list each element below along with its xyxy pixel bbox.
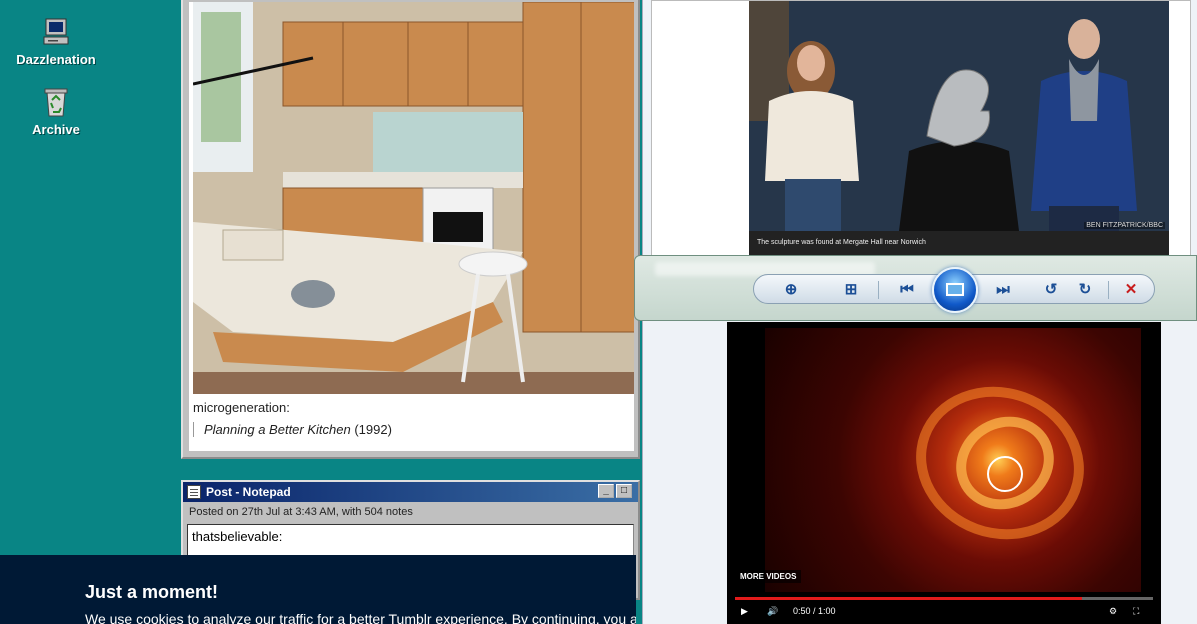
photo-credit: BEN FITZPATRICK/BBC (1084, 222, 1165, 229)
notepad-title-bar[interactable]: Post - Notepad _ □ (183, 482, 638, 502)
desktop-icon-label: Dazzlenation (16, 52, 96, 67)
rotate-left-icon[interactable]: ↺ (1040, 280, 1062, 300)
window-controls: _ □ (598, 484, 632, 498)
notepad-icon (187, 485, 201, 499)
video-time: 0:50 / 1:00 (793, 606, 836, 616)
video-progress-bar[interactable] (735, 597, 1153, 600)
fullscreen-icon[interactable]: ⛶ (1133, 606, 1139, 617)
computer-icon (40, 16, 72, 48)
previous-icon[interactable]: ⏮ (896, 280, 918, 300)
cookie-heading: Just a moment! (85, 582, 219, 602)
desktop-icon-label: Archive (32, 122, 80, 137)
video-frame (765, 328, 1141, 592)
post-meta: Posted on 27th Jul at 3:43 AM, with 504 … (189, 506, 413, 518)
slideshow-screen (946, 283, 964, 296)
video-controls: ▶ 🔊 0:50 / 1:00 ⚙ ⛶ (735, 604, 1153, 622)
post-caption: microgeneration: (193, 400, 290, 415)
play-icon[interactable]: ▶ (741, 606, 748, 617)
video-progress-fill (735, 597, 1082, 600)
sculpture-photo: BEN FITZPATRICK/BBC (749, 1, 1169, 231)
post-window: microgeneration: Planning a Better Kitch… (181, 0, 640, 459)
desktop-icon-dazzlenation[interactable]: Dazzlenation (6, 16, 106, 67)
recycle-bin-icon (40, 86, 72, 118)
highlight-ring (987, 456, 1023, 492)
desktop-icon-archive[interactable]: Archive (6, 86, 106, 137)
more-videos-button[interactable]: MORE VIDEOS (735, 570, 802, 583)
rotate-right-icon[interactable]: ↻ (1074, 280, 1096, 300)
slideshow-icon[interactable] (932, 267, 978, 313)
news-article: BEN FITZPATRICK/BBC The sculpture was fo… (651, 0, 1191, 258)
next-icon[interactable]: ⏭ (992, 280, 1014, 300)
toolbar-separator (1108, 281, 1109, 299)
post-quote: Planning a Better Kitchen (1992) (193, 422, 392, 437)
volume-icon[interactable]: 🔊 (767, 606, 778, 617)
photo-viewer-window: ⊕ ⊞ ⏮ ⏭ ↺ ↻ ✕ (634, 255, 1197, 321)
actual-size-icon[interactable]: ⊞ (840, 280, 862, 300)
notepad-title: Post - Notepad (206, 485, 291, 499)
maximize-button[interactable]: □ (616, 484, 632, 498)
quote-title: Planning a Better Kitchen (204, 422, 351, 437)
kitchen-photo (193, 2, 634, 394)
cookie-text: We use cookies to analyze our traffic fo… (85, 611, 636, 624)
notepad-text: thatsbelievable: (192, 529, 283, 544)
video-player[interactable]: MORE VIDEOS ▶ 🔊 0:50 / 1:00 ⚙ ⛶ (727, 322, 1161, 624)
cookie-banner: Just a moment! We use cookies to analyze… (0, 555, 636, 624)
minimize-button[interactable]: _ (598, 484, 614, 498)
toolbar-separator (878, 281, 879, 299)
viewer-toolbar: ⊕ ⊞ ⏮ ⏭ ↺ ↻ ✕ (753, 267, 1155, 313)
post-content: microgeneration: Planning a Better Kitch… (189, 2, 634, 451)
settings-icon[interactable]: ⚙ (1109, 606, 1117, 617)
photo-caption: The sculpture was found at Mergate Hall … (749, 231, 1169, 256)
zoom-icon[interactable]: ⊕ (780, 280, 802, 300)
quote-year: (1992) (350, 422, 392, 437)
delete-icon[interactable]: ✕ (1120, 280, 1142, 300)
